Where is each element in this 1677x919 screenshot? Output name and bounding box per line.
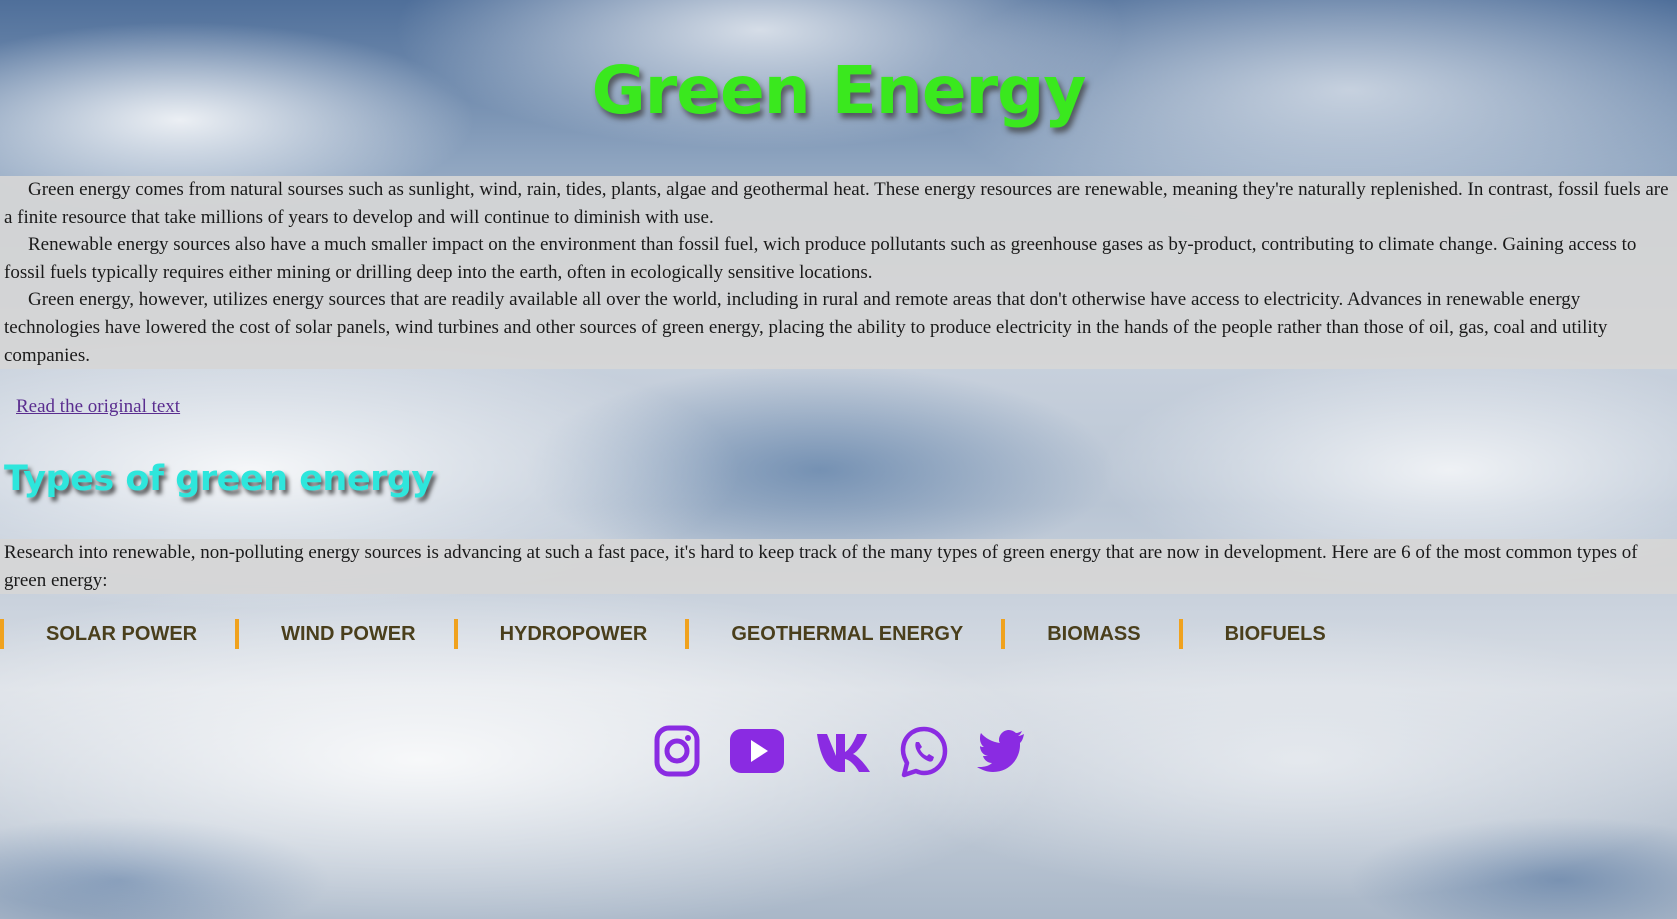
nav-item-solar-power[interactable]: SOLAR POWER <box>0 617 235 651</box>
nav-item-label: HYDROPOWER <box>499 622 648 645</box>
nav-separator <box>0 619 4 649</box>
nav-item-label: SOLAR POWER <box>46 622 198 645</box>
nav-separator <box>235 619 240 649</box>
nav-item-label: BIOMASS <box>1047 622 1141 645</box>
nav-separator <box>453 619 458 649</box>
vk-icon[interactable] <box>815 722 871 782</box>
types-heading: Types of green energy <box>4 459 434 499</box>
types-description-block: Research into renewable, non-polluting e… <box>0 539 1677 595</box>
intro-paragraph: Green energy, however, utilizes energy s… <box>4 289 1608 366</box>
nav-separator <box>1178 619 1183 649</box>
read-original-link[interactable]: Read the original text <box>16 396 180 418</box>
nav-item-biofuels[interactable]: BIOFUELS <box>1178 617 1364 651</box>
nav-item-hydropower[interactable]: HYDROPOWER <box>453 617 686 651</box>
whatsapp-icon[interactable] <box>899 722 949 782</box>
intro-paragraph: Green energy comes from natural sourses … <box>4 179 1669 228</box>
nav-item-label: BIOFUELS <box>1224 622 1326 645</box>
twitter-icon[interactable] <box>976 722 1026 782</box>
youtube-icon[interactable] <box>729 722 785 782</box>
energy-types-nav: SOLAR POWER WIND POWER HYDROPOWER GEOTHE… <box>0 617 1364 651</box>
intro-text-block: Green energy comes from natural sourses … <box>0 176 1677 370</box>
nav-item-biomass[interactable]: BIOMASS <box>1001 617 1178 651</box>
nav-separator <box>685 619 690 649</box>
page-title: Green Energy <box>591 52 1087 129</box>
instagram-icon[interactable] <box>653 722 701 782</box>
social-links <box>0 722 1677 782</box>
nav-separator <box>1001 619 1006 649</box>
nav-item-label: WIND POWER <box>281 622 416 645</box>
nav-item-wind-power[interactable]: WIND POWER <box>235 617 453 651</box>
intro-paragraph: Renewable energy sources also have a muc… <box>4 234 1637 283</box>
nav-item-geothermal-energy[interactable]: GEOTHERMAL ENERGY <box>685 617 1001 651</box>
nav-item-label: GEOTHERMAL ENERGY <box>731 622 964 645</box>
types-description: Research into renewable, non-polluting e… <box>4 542 1638 591</box>
